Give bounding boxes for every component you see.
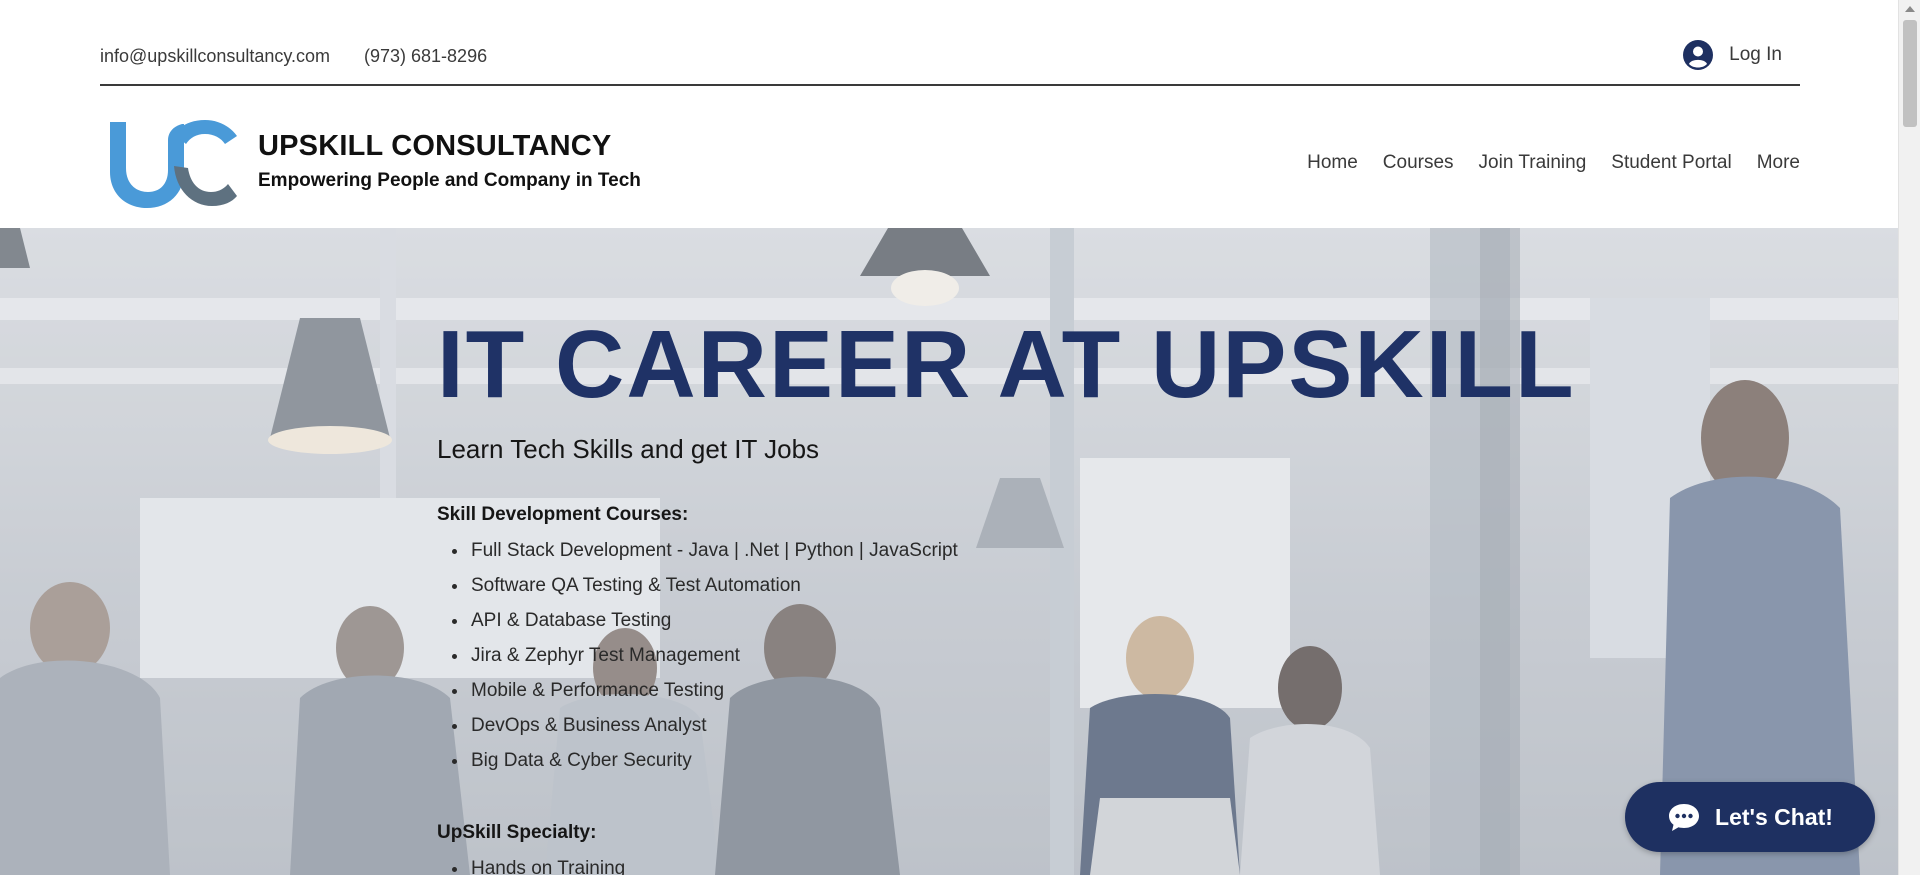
list-item: API & Database Testing xyxy=(437,610,958,645)
brand-tagline: Empowering People and Company in Tech xyxy=(258,170,641,191)
hero-subtitle: Learn Tech Skills and get IT Jobs xyxy=(437,434,820,464)
page-scrollbar[interactable] xyxy=(1898,0,1920,875)
list-item: Jira & Zephyr Test Management xyxy=(437,645,958,680)
main-nav: Home Courses Join Training Student Porta… xyxy=(1307,152,1800,174)
nav-item-student-portal[interactable]: Student Portal xyxy=(1611,152,1731,174)
uc-logo-icon[interactable] xyxy=(104,118,239,210)
scroll-thumb[interactable] xyxy=(1903,20,1917,127)
chat-bubble-icon xyxy=(1669,804,1700,831)
list-item: Big Data & Cyber Security xyxy=(437,750,958,785)
courses-heading: Skill Development Courses: xyxy=(437,504,689,525)
site-header: UPSKILL CONSULTANCY Empowering People an… xyxy=(0,88,1898,228)
chat-label: Let's Chat! xyxy=(1715,803,1833,830)
contact-email[interactable]: info@upskillconsultancy.com xyxy=(100,46,330,67)
hero-title: IT CAREER AT UPSKILL xyxy=(437,311,1576,418)
specialty-heading: UpSkill Specialty: xyxy=(437,822,597,843)
contact-phone[interactable]: (973) 681-8296 xyxy=(364,46,487,67)
nav-item-join-training[interactable]: Join Training xyxy=(1479,152,1587,174)
login-button[interactable]: Log In xyxy=(1683,40,1782,70)
nav-item-courses[interactable]: Courses xyxy=(1383,152,1454,174)
list-item: DevOps & Business Analyst xyxy=(437,715,958,750)
list-item: Hands on Training xyxy=(437,858,625,875)
brand-title[interactable]: UPSKILL CONSULTANCY xyxy=(258,130,611,163)
specialty-list: Hands on Training xyxy=(437,858,625,875)
top-contact-bar: info@upskillconsultancy.com (973) 681-82… xyxy=(100,0,1800,86)
list-item: Full Stack Development - Java | .Net | P… xyxy=(437,540,958,575)
nav-item-more[interactable]: More xyxy=(1757,152,1800,174)
login-label: Log In xyxy=(1729,44,1782,65)
list-item: Mobile & Performance Testing xyxy=(437,680,958,715)
user-avatar-icon xyxy=(1683,40,1714,70)
list-item: Software QA Testing & Test Automation xyxy=(437,575,958,610)
nav-item-home[interactable]: Home xyxy=(1307,152,1358,174)
lets-chat-button[interactable]: Let's Chat! xyxy=(1625,782,1875,852)
hero-section: IT CAREER AT UPSKILL Learn Tech Skills a… xyxy=(0,228,1898,875)
scroll-up-arrow-icon[interactable] xyxy=(1905,6,1915,12)
courses-list: Full Stack Development - Java | .Net | P… xyxy=(437,540,958,785)
